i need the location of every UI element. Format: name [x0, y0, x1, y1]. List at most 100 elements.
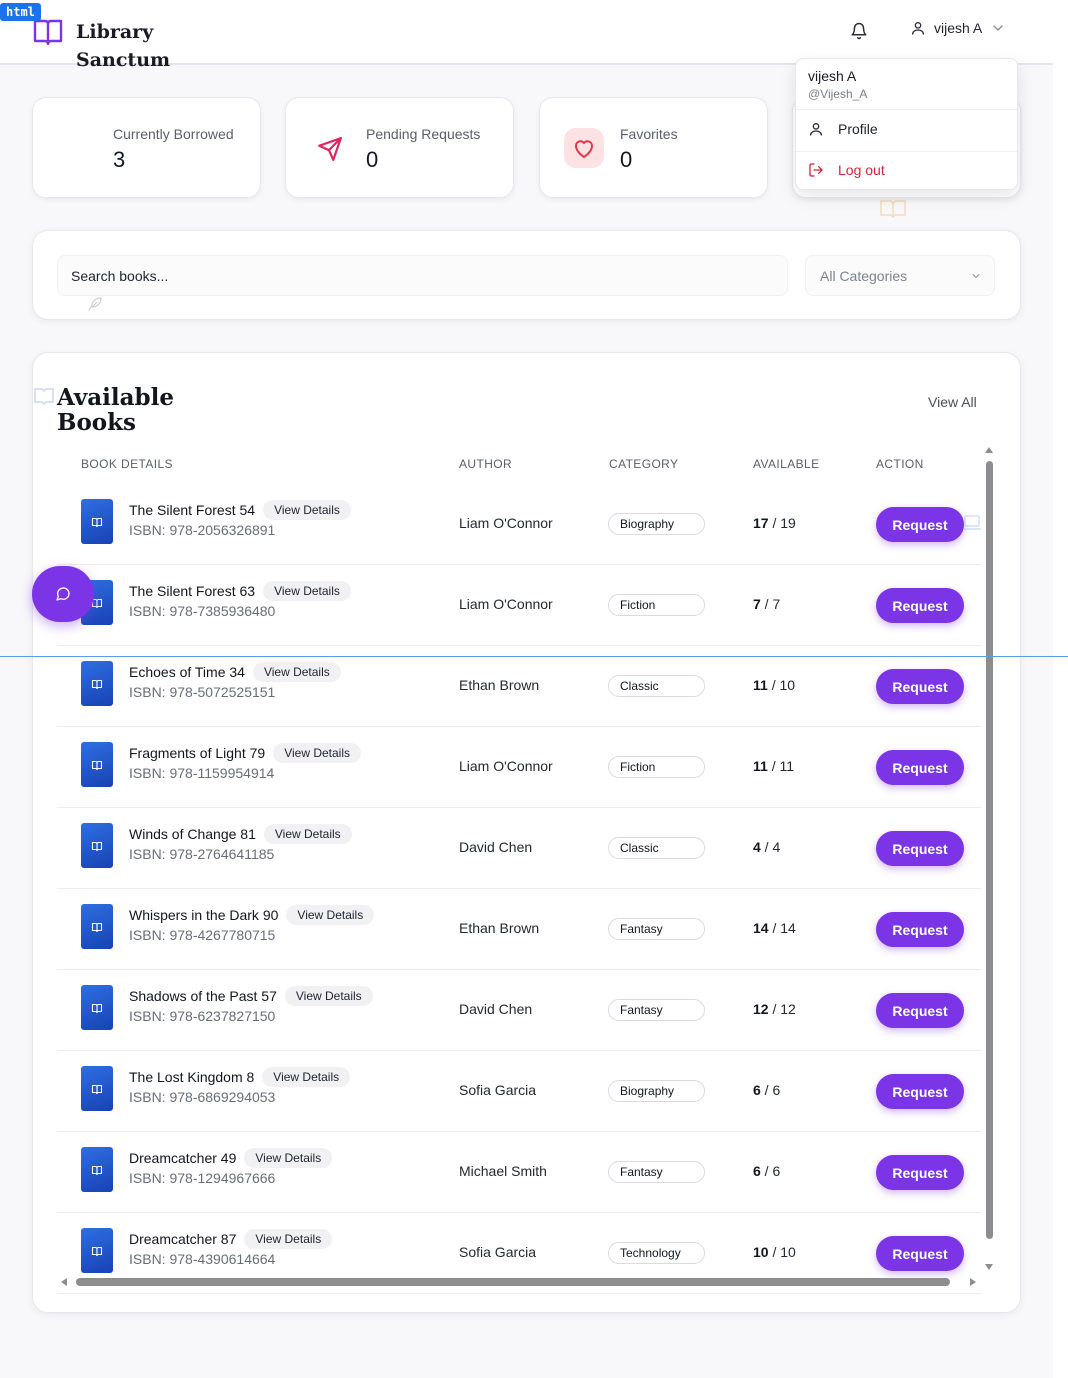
view-details-button[interactable]: View Details — [263, 824, 352, 844]
available-count: 11 — [753, 677, 768, 693]
table-row: Echoes of Time 34 View Details ISBN: 978-5… — [57, 646, 981, 727]
book-open-icon — [91, 1003, 103, 1013]
book-title-line: Fragments of Light 79 View Details — [129, 743, 361, 763]
book-cover[interactable] — [81, 1066, 113, 1111]
book-cover[interactable] — [81, 1147, 113, 1192]
table-row: Winds of Change 81 View Details ISBN: 978-… — [57, 808, 981, 889]
heart-icon — [575, 140, 593, 158]
feather-icon — [88, 297, 102, 311]
menu-item-logout[interactable]: Log out — [808, 162, 885, 178]
request-button[interactable]: Request — [876, 1236, 964, 1271]
scroll-right-arrow[interactable] — [970, 1278, 976, 1286]
category-badge: Fantasy — [608, 918, 705, 940]
table-row: Dreamcatcher 49 View Details ISBN: 978-129… — [57, 1132, 981, 1213]
book-open-icon — [91, 1165, 103, 1175]
request-button[interactable]: Request — [876, 831, 964, 866]
menu-item-profile[interactable]: Profile — [808, 121, 878, 137]
column-header-category: CATEGORY — [609, 457, 679, 471]
scroll-left-arrow[interactable] — [61, 1278, 67, 1286]
bell-icon[interactable] — [850, 22, 868, 40]
available-count: 10 — [753, 1244, 769, 1260]
chat-button[interactable] — [32, 566, 94, 622]
view-details-button[interactable]: View Details — [244, 1148, 333, 1168]
view-details-button[interactable]: View Details — [286, 905, 375, 925]
request-button[interactable]: Request — [876, 993, 964, 1028]
menu-item-label: Profile — [838, 121, 878, 137]
request-button[interactable]: Request — [876, 750, 964, 785]
column-header-action: ACTION — [876, 457, 924, 471]
scroll-down-arrow[interactable] — [985, 1264, 993, 1270]
search-input[interactable] — [57, 255, 788, 296]
book-isbn: ISBN: 978-1294967666 — [129, 1170, 276, 1186]
request-button[interactable]: Request — [876, 669, 964, 704]
book-isbn: ISBN: 978-7385936480 — [129, 603, 276, 619]
category-badge: Fantasy — [608, 999, 705, 1021]
book-title-line: Dreamcatcher 87 View Details — [129, 1229, 333, 1249]
request-button[interactable]: Request — [876, 912, 964, 947]
book-isbn: ISBN: 978-4267780715 — [129, 927, 276, 943]
view-details-button[interactable]: View Details — [252, 662, 341, 682]
user-menu-button[interactable]: vijesh A — [910, 20, 1006, 36]
book-open-icon — [91, 1084, 103, 1094]
book-author: Liam O'Connor — [459, 515, 553, 531]
book-open-icon — [91, 841, 103, 851]
book-title: The Lost Kingdom 8 — [129, 1069, 255, 1085]
scroll-up-arrow[interactable] — [985, 447, 993, 453]
table-row: Shadows of the Past 57 View Details ISBN: … — [57, 970, 981, 1051]
book-title-line: Dreamcatcher 49 View Details — [129, 1148, 333, 1168]
user-dropdown-menu: vijesh A @Vijesh_A Profile Log out — [795, 58, 1018, 190]
user-name: vijesh A — [934, 20, 983, 36]
view-details-button[interactable]: View Details — [263, 500, 351, 520]
book-cover[interactable] — [81, 742, 113, 787]
book-cover[interactable] — [81, 1228, 113, 1273]
request-button[interactable]: Request — [876, 588, 964, 623]
available-count: 17 — [753, 515, 769, 531]
table-row: The Silent Forest 63 View Details ISBN: 97… — [57, 565, 981, 646]
vertical-scrollbar-thumb[interactable] — [986, 461, 993, 1239]
stat-label: Favorites — [620, 126, 678, 142]
book-title: Dreamcatcher 87 — [129, 1231, 237, 1247]
book-open-icon — [33, 19, 63, 46]
available-count: 14 — [753, 920, 769, 936]
available-count: 7 — [753, 596, 761, 612]
horizontal-scrollbar-thumb[interactable] — [76, 1278, 950, 1286]
book-title: Dreamcatcher 49 — [129, 1150, 237, 1166]
view-details-button[interactable]: View Details — [262, 1067, 351, 1087]
view-details-button[interactable]: View Details — [284, 986, 373, 1006]
request-button[interactable]: Request — [876, 507, 964, 542]
book-cover[interactable] — [81, 985, 113, 1030]
category-badge: Biography — [608, 1080, 705, 1102]
book-title: Fragments of Light 79 — [129, 745, 266, 761]
book-isbn: ISBN: 978-6237827150 — [129, 1008, 276, 1024]
book-title-line: The Silent Forest 54 View Details — [129, 500, 351, 520]
book-open-icon — [91, 679, 103, 689]
view-details-button[interactable]: View Details — [263, 581, 351, 601]
book-title: Echoes of Time 34 — [129, 664, 245, 680]
book-author: Sofia Garcia — [459, 1244, 537, 1260]
view-details-button[interactable]: View Details — [244, 1229, 333, 1249]
category-select[interactable]: All Categories — [805, 255, 995, 296]
view-details-button[interactable]: View Details — [273, 743, 361, 763]
total-count: 6 — [772, 1082, 781, 1098]
column-header-author: AUTHOR — [459, 457, 513, 471]
book-cover[interactable] — [81, 661, 113, 706]
book-title-line: Echoes of Time 34 View Details — [129, 662, 341, 682]
category-badge: Fantasy — [608, 1161, 705, 1183]
menu-item-label: Log out — [838, 162, 885, 178]
book-cover[interactable] — [81, 499, 113, 544]
dropdown-user-name: vijesh A — [808, 68, 857, 84]
guide-line — [0, 656, 1068, 657]
view-all-link[interactable]: View All — [928, 394, 977, 410]
book-title-line: Winds of Change 81 View Details — [129, 824, 352, 844]
book-isbn: ISBN: 978-4390614664 — [129, 1251, 276, 1267]
stat-card-favorites: Favorites 0 — [539, 97, 768, 198]
total-count: 11 — [779, 758, 795, 774]
request-button[interactable]: Request — [876, 1074, 964, 1109]
request-button[interactable]: Request — [876, 1155, 964, 1190]
book-cover[interactable] — [81, 904, 113, 949]
book-cover[interactable] — [81, 823, 113, 868]
available-count: 6 — [753, 1082, 761, 1098]
book-author: David Chen — [459, 1001, 533, 1017]
book-title-line: Shadows of the Past 57 View Details — [129, 986, 373, 1006]
book-author: Ethan Brown — [459, 920, 540, 936]
